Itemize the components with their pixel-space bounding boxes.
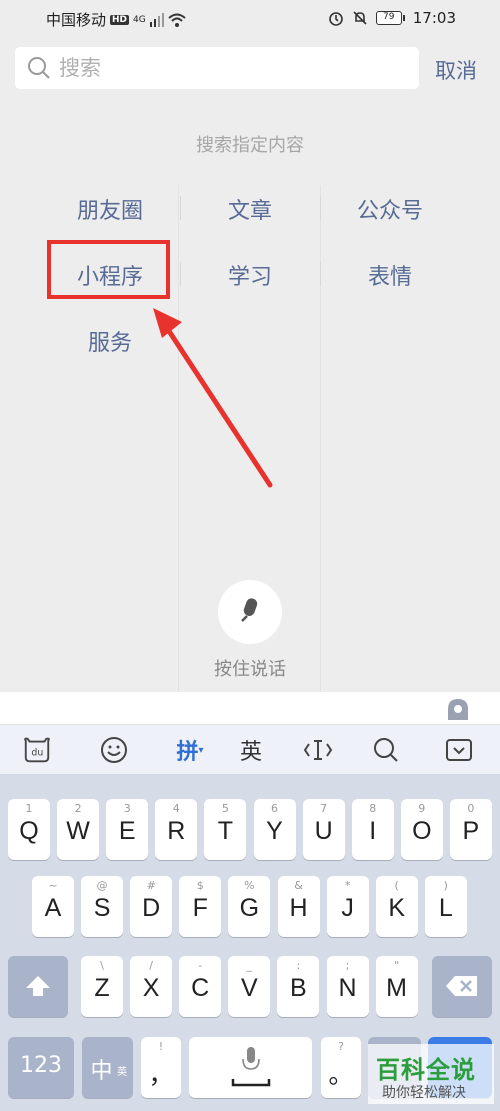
- cursor-icon[interactable]: [303, 735, 333, 765]
- key-q[interactable]: 1Q: [8, 799, 50, 860]
- key-n[interactable]: ; N: [326, 956, 369, 1017]
- key-p[interactable]: 0P: [449, 799, 492, 860]
- emoji-icon[interactable]: [99, 735, 129, 765]
- key-l[interactable]: ) L: [424, 876, 467, 937]
- key-e[interactable]: 3E: [106, 799, 149, 860]
- key-j[interactable]: * J: [326, 876, 369, 937]
- annotation-arrow-icon: [153, 308, 273, 488]
- key-x[interactable]: / X: [130, 956, 173, 1017]
- key-z[interactable]: \ Z: [81, 956, 123, 1017]
- english-mode-tab[interactable]: 英: [236, 735, 266, 765]
- key-t[interactable]: 5T: [204, 799, 247, 860]
- key-f[interactable]: $ F: [179, 876, 222, 937]
- key-u[interactable]: 7U: [302, 799, 345, 860]
- assistant-icon[interactable]: [445, 697, 471, 721]
- hide-keyboard-icon[interactable]: [444, 735, 474, 765]
- key-w[interactable]: 2W: [57, 799, 100, 860]
- search-icon[interactable]: [371, 735, 401, 765]
- wifi-icon: [168, 13, 186, 27]
- category-articles[interactable]: 文章: [185, 193, 315, 225]
- search-bar[interactable]: [15, 47, 419, 89]
- key-i[interactable]: 8I: [351, 799, 394, 860]
- microphone-icon: [241, 598, 258, 622]
- num-key[interactable]: 123: [8, 1037, 74, 1098]
- network-label: 4G: [133, 14, 146, 25]
- du-logo-icon[interactable]: du: [22, 735, 52, 765]
- search-input[interactable]: [59, 56, 399, 80]
- comma-key[interactable]: !，: [141, 1037, 181, 1098]
- separator: [180, 262, 181, 286]
- key-d[interactable]: # D: [130, 876, 173, 937]
- voice-label: 按住说话: [214, 659, 286, 680]
- key-r[interactable]: 4R: [155, 799, 198, 860]
- space-key[interactable]: [189, 1037, 312, 1098]
- svg-text:du: du: [31, 748, 43, 759]
- alarm-icon: [328, 12, 343, 26]
- shift-icon: [26, 976, 50, 996]
- period-key[interactable]: ?。: [321, 1037, 361, 1098]
- key-g[interactable]: % G: [228, 876, 271, 937]
- key-b[interactable]: :B: [277, 956, 320, 1017]
- search-hint: 搜索指定内容: [196, 135, 304, 156]
- lang-switch-key[interactable]: 中英: [82, 1037, 133, 1098]
- search-icon: [28, 57, 50, 79]
- key-k[interactable]: (K: [375, 876, 418, 937]
- category-stickers[interactable]: 表情: [325, 259, 455, 291]
- separator: [320, 196, 321, 220]
- key-m[interactable]: " M: [375, 956, 418, 1017]
- highlight-box: [47, 240, 170, 299]
- hd-badge: HD: [110, 14, 130, 25]
- backspace-key[interactable]: [432, 956, 492, 1017]
- microphone-icon: [231, 1047, 271, 1087]
- key-o[interactable]: 9O: [400, 799, 443, 860]
- mute-icon: [353, 11, 367, 25]
- cancel-button[interactable]: 取消: [435, 55, 477, 85]
- keyboard-toolbar: du 拼 ▾ 英: [0, 725, 500, 775]
- carrier-label: 中国移动: [46, 11, 107, 29]
- key-c[interactable]: -C: [179, 956, 222, 1017]
- clock: 17:03: [412, 9, 456, 27]
- signal-icon: [149, 12, 164, 27]
- key-a[interactable]: ~ A: [32, 876, 74, 937]
- voice-button[interactable]: [218, 580, 282, 644]
- category-learning[interactable]: 学习: [185, 259, 315, 291]
- key-y[interactable]: 6Y: [253, 799, 296, 860]
- keyboard-suggestion-bar: [0, 692, 500, 725]
- shift-key[interactable]: [8, 956, 68, 1017]
- dropdown-icon: ▾: [198, 744, 204, 756]
- key-s[interactable]: @ S: [81, 876, 124, 937]
- status-bar: 中国移动 HD 4G 79 17:03: [0, 0, 500, 36]
- separator: [320, 262, 321, 286]
- category-official-accounts[interactable]: 公众号: [325, 193, 455, 225]
- separator: [180, 196, 181, 220]
- key-h[interactable]: & H: [277, 876, 320, 937]
- key-v[interactable]: _ V: [228, 956, 271, 1017]
- watermark-logo: 百科全说 助你轻松解决: [368, 1044, 494, 1104]
- battery-icon: 79: [375, 11, 405, 25]
- category-moments[interactable]: 朋友圈: [45, 193, 175, 225]
- pinyin-mode-tab[interactable]: 拼 ▾: [170, 735, 210, 765]
- backspace-icon: [446, 976, 477, 996]
